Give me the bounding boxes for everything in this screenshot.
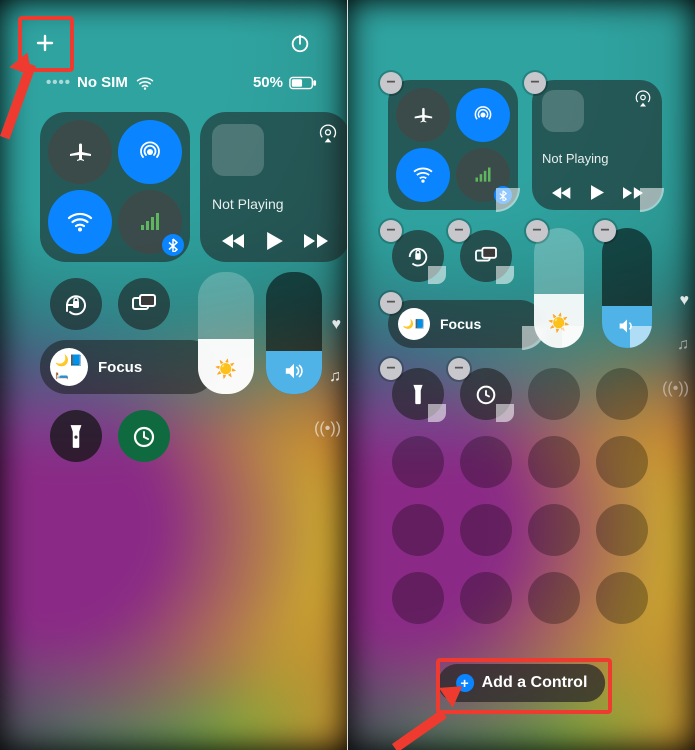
carrier-label: No SIM — [77, 74, 128, 91]
music-note-icon[interactable]: ♫ — [329, 368, 341, 386]
power-icon — [289, 32, 311, 54]
focus-tile[interactable]: 🌙📘 Focus — [388, 300, 544, 348]
album-art-placeholder — [542, 90, 584, 132]
airplane-toggle[interactable] — [48, 120, 112, 184]
airplane-icon — [413, 105, 433, 125]
brightness-icon: ☀️ — [215, 359, 237, 380]
not-playing-label: Not Playing — [542, 151, 652, 166]
orientation-lock-button[interactable] — [50, 278, 102, 330]
callout-arrow — [0, 56, 44, 136]
connectivity-tile[interactable] — [388, 80, 518, 210]
remove-connectivity[interactable]: − — [380, 72, 402, 94]
volume-slider[interactable] — [266, 272, 322, 394]
airdrop-icon — [137, 139, 163, 165]
remove-focus[interactable]: − — [380, 292, 402, 314]
play-button[interactable] — [591, 185, 604, 200]
flashlight-button[interactable] — [50, 410, 102, 462]
play-button[interactable] — [267, 232, 283, 250]
screen-mirroring-icon — [131, 293, 157, 315]
wifi-toggle[interactable] — [48, 190, 112, 254]
focus-icon-circle: 🌙📘🛏️ — [50, 348, 88, 386]
timer-icon — [474, 382, 498, 406]
airplane-toggle[interactable] — [396, 88, 450, 142]
cellular-bluetooth-toggle[interactable] — [118, 190, 182, 254]
flashlight-button[interactable] — [392, 368, 444, 420]
resize-handle[interactable] — [428, 266, 446, 284]
cellular-icon — [138, 210, 162, 234]
remove-timer[interactable]: − — [448, 358, 470, 380]
resize-handle[interactable] — [428, 404, 446, 422]
airdrop-icon — [472, 104, 494, 126]
callout-arrow — [392, 684, 472, 744]
wifi-icon — [412, 166, 434, 184]
remove-flashlight[interactable]: − — [380, 358, 402, 380]
timer-button[interactable] — [118, 410, 170, 462]
fastforward-button[interactable] — [304, 233, 328, 249]
remove-screen-mirroring[interactable]: − — [448, 220, 470, 242]
media-tile[interactable]: Not Playing — [200, 112, 347, 262]
brightness-slider[interactable]: ☀️ — [198, 272, 254, 394]
media-tile[interactable]: Not Playing — [532, 80, 662, 210]
bluetooth-badge — [162, 234, 184, 256]
connectivity-tile[interactable] — [40, 112, 190, 262]
favorites-heart-icon[interactable]: ♥ — [332, 316, 342, 334]
wifi-icon — [136, 76, 154, 90]
airplay-icon[interactable] — [634, 90, 652, 108]
power-button[interactable] — [287, 30, 313, 56]
wifi-toggle[interactable] — [396, 148, 450, 202]
focus-tile[interactable]: 🌙📘🛏️ Focus — [40, 340, 216, 394]
bluetooth-icon — [168, 238, 178, 252]
screen-mirroring-button[interactable] — [118, 278, 170, 330]
resize-handle[interactable] — [496, 266, 514, 284]
airdrop-toggle[interactable] — [118, 120, 182, 184]
orientation-lock-button[interactable] — [392, 230, 444, 282]
orientation-lock-icon — [63, 291, 89, 317]
hotspot-icon[interactable]: ((•)) — [314, 420, 341, 438]
resize-handle[interactable] — [640, 188, 664, 212]
screen-mirroring-icon — [474, 246, 498, 266]
airdrop-toggle[interactable] — [456, 88, 510, 142]
battery-pct-label: 50% — [253, 74, 283, 91]
battery-icon — [289, 76, 317, 90]
control-center-pane-edit: − − Not Playing − − − 🌙📘 Focus − ☀️ − — [348, 0, 695, 750]
volume-slider[interactable] — [602, 228, 652, 348]
remove-brightness[interactable]: − — [526, 220, 548, 242]
flashlight-icon — [411, 383, 425, 405]
cellular-icon — [473, 165, 493, 185]
focus-label: Focus — [440, 316, 481, 332]
volume-icon — [284, 362, 304, 380]
focus-label: Focus — [98, 359, 142, 376]
not-playing-label: Not Playing — [212, 196, 338, 212]
timer-button[interactable] — [460, 368, 512, 420]
control-center-pane-normal: •••• No SIM 50% Not Playing — [0, 0, 347, 750]
orientation-lock-icon — [406, 244, 430, 268]
focus-icon-circle: 🌙📘 — [398, 308, 430, 340]
airplay-icon[interactable] — [318, 124, 338, 144]
resize-handle[interactable] — [496, 188, 520, 212]
resize-handle[interactable] — [496, 404, 514, 422]
hotspot-icon[interactable]: ((•)) — [662, 380, 689, 398]
remove-media[interactable]: − — [524, 72, 546, 94]
album-art-placeholder — [212, 124, 264, 176]
timer-icon — [131, 423, 157, 449]
remove-volume[interactable]: − — [594, 220, 616, 242]
rewind-button[interactable] — [222, 233, 246, 249]
music-note-icon[interactable]: ♫ — [677, 336, 689, 354]
airplane-icon — [68, 140, 92, 164]
signal-dots-icon: •••• — [46, 74, 71, 91]
wifi-icon — [67, 211, 93, 233]
screen-mirroring-button[interactable] — [460, 230, 512, 282]
flashlight-icon — [68, 423, 84, 449]
remove-orientation-lock[interactable]: − — [380, 220, 402, 242]
favorites-heart-icon[interactable]: ♥ — [680, 292, 690, 310]
brightness-slider[interactable]: ☀️ — [534, 228, 584, 348]
rewind-button[interactable] — [552, 186, 572, 200]
